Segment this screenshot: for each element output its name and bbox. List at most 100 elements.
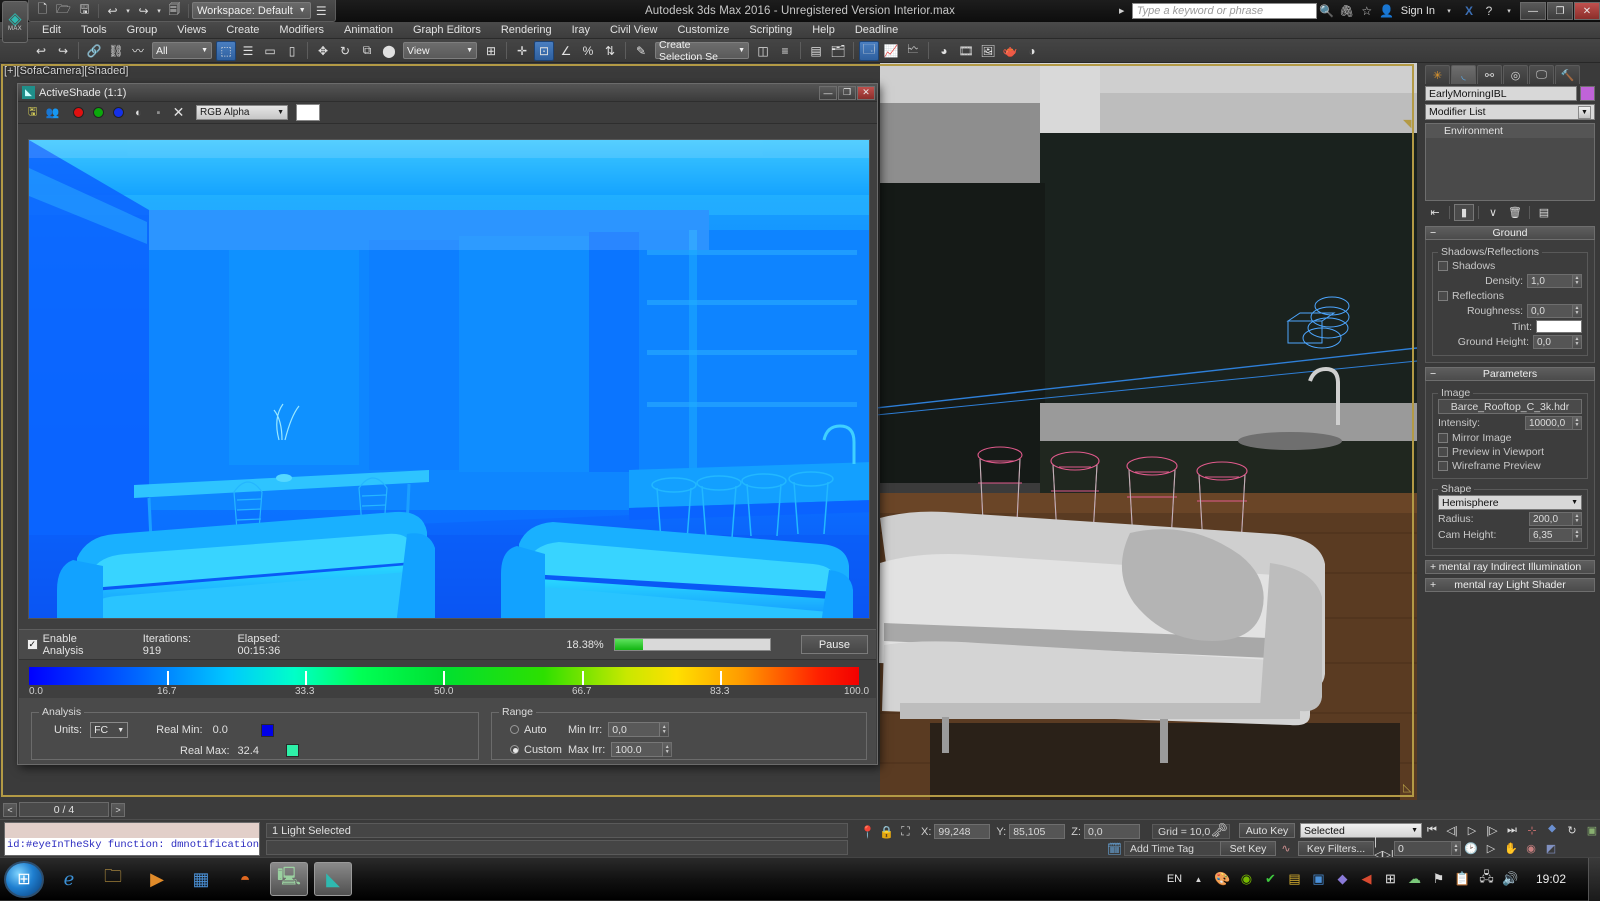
remove-modifier-icon[interactable]: 🗑 [1505,204,1525,221]
rectangular-selection-region-icon[interactable]: ▭ [260,41,280,61]
object-name-field[interactable]: EarlyMorningIBL [1425,86,1577,101]
media-player-icon[interactable]: ▶ [138,862,176,896]
show-hidden-icons-icon[interactable]: ▲ [1190,875,1207,884]
help-chevron-icon[interactable]: ▾ [1499,2,1519,20]
max-irr-field[interactable]: 100.0 [611,742,664,757]
nvidia-icon[interactable]: ◉ [1238,871,1255,887]
density-value[interactable]: 1,0 [1527,274,1573,288]
render-production-icon[interactable]: 🫖 [1000,41,1020,61]
mirror-icon[interactable]: ◫ [753,41,773,61]
auto-radio[interactable] [510,725,519,734]
curve-editor-icon[interactable]: 📈 [881,41,901,61]
selection-lock-pin-icon[interactable]: 📍 [858,823,877,840]
maximize-viewport-toggle-icon[interactable]: ◩ [1541,840,1561,857]
cam-height-value[interactable]: 6,35 [1529,528,1573,542]
layer-explorer-icon[interactable]: ▤ [806,41,826,61]
menu-item-edit[interactable]: Edit [32,22,71,39]
app-icon[interactable]: ▣ [1310,871,1327,887]
ground-height-spinner[interactable]: ▲ ▼ [1573,335,1582,349]
roughness-spinner[interactable]: ▲ ▼ [1573,304,1582,318]
reflections-checkbox[interactable] [1438,291,1448,301]
set-key-mode-icon[interactable]: 🗝 [1210,822,1229,839]
configure-modifier-sets-icon[interactable]: ▤ [1534,204,1554,221]
activeshade-titlebar[interactable]: ◣ ActiveShade (1:1) — ❐ ✕ [18,84,877,102]
infocenter-expand-icon[interactable]: ▶ [1112,2,1132,20]
3dsmax-icon[interactable]: ◣ [314,862,352,896]
sync-icon[interactable]: ☁ [1406,871,1423,887]
open-file-icon[interactable]: 🗁 [54,2,73,19]
hand-pan-icon[interactable]: ✋ [1501,840,1521,857]
background-color-swatch[interactable] [296,104,320,121]
clear-icon[interactable]: ✕ [170,104,187,121]
key-curve-icon[interactable]: ∿ [1276,840,1296,857]
search-icon[interactable]: 🔍 [1317,2,1337,20]
taskbar-clock[interactable]: 19:02 [1536,872,1566,886]
utilities-tab[interactable]: 🔨 [1555,65,1580,84]
unlink-selection-icon[interactable]: ⛓ [106,41,126,61]
schematic-view-icon[interactable]: 🗠 [903,41,923,61]
shape-combo[interactable]: Hemisphere ▼ [1438,495,1582,510]
go-to-end-icon[interactable]: ⏭ [1502,822,1522,839]
intensity-spinner[interactable]: ▲ ▼ [1573,416,1582,430]
custom-radio[interactable] [510,745,519,754]
user-account-icon[interactable]: 👤 [1377,2,1397,20]
go-to-start-icon[interactable]: ⏮ [1422,822,1442,839]
redo-icon[interactable]: ↪ [53,41,73,61]
edit-named-selection-sets-icon[interactable]: ✎ [631,41,651,61]
make-unique-icon[interactable]: ∨ [1483,204,1503,221]
percent-snap-toggle-icon[interactable]: % [578,41,598,61]
key-filters-button[interactable]: Key Filters... [1298,841,1374,856]
pause-button[interactable]: Pause [800,635,868,654]
menu-item-customize[interactable]: Customize [667,22,739,39]
save-file-icon[interactable]: 🖫 [75,2,94,19]
select-by-name-icon[interactable]: ☰ [238,41,258,61]
undo-dropdown-icon[interactable]: ▾ [124,2,132,19]
key-step-icon[interactable]: |◁▷| [1374,836,1394,861]
start-button[interactable]: ⊞ [4,860,44,898]
next-frame-button[interactable]: > [111,802,125,817]
intensity-value[interactable]: 10000,0 [1525,416,1573,430]
auto-key-button[interactable]: Auto Key [1239,823,1295,838]
remote-desktop-icon[interactable]: 🖳 [270,862,308,896]
density-spinner[interactable]: ▲ ▼ [1573,274,1582,288]
activeshade-restore-button[interactable]: ❐ [838,85,856,100]
modifier-list-combo[interactable]: Modifier List ▼ [1425,104,1595,120]
align-icon[interactable]: ≡ [775,41,795,61]
enable-analysis-group[interactable]: ✓ Enable Analysis [27,633,117,657]
prev-frame-button[interactable]: < [3,802,17,817]
toggle-ribbon-icon[interactable]: 🗔 [859,40,879,61]
clone-window-icon[interactable]: 👥 [44,104,61,121]
signin-chevron-icon[interactable]: ▾ [1439,2,1459,20]
modify-tab[interactable]: ◟ [1451,65,1476,84]
close-button[interactable]: ✕ [1574,2,1600,20]
bind-to-space-warp-icon[interactable]: 〰 [128,41,148,61]
select-and-place-icon[interactable]: ⬤ [379,41,399,61]
menu-item-civil-view[interactable]: Civil View [600,22,667,39]
select-and-move-icon[interactable]: ✥ [313,41,333,61]
modifier-stack[interactable]: Environment [1425,123,1595,201]
redo-icon[interactable]: ↪ [134,2,153,19]
previous-frame-icon[interactable]: ◁| [1442,822,1462,839]
show-desktop-button[interactable] [1588,857,1600,901]
windows-icon[interactable]: ⊞ [1382,871,1399,887]
select-and-rotate-icon[interactable]: ↻ [335,41,355,61]
menu-item-rendering[interactable]: Rendering [491,22,562,39]
speaker-icon[interactable]: 🔊 [1502,871,1519,887]
pan-view-icon[interactable]: ▷ [1481,840,1501,857]
menu-item-group[interactable]: Group [117,22,168,39]
alpha-channel-icon[interactable]: ▪ [150,104,167,121]
radius-spinner[interactable]: ▲ ▼ [1573,512,1582,526]
application-menu-button[interactable]: ◈ MAX [2,1,28,43]
wireframe-preview-checkbox[interactable] [1438,461,1448,471]
activeshade-minimize-button[interactable]: — [819,85,837,100]
zoom-extents-icon[interactable]: ⊹ [1522,822,1542,839]
rollout-mr-indirect-illumination[interactable]: + mental ray Indirect Illumination [1425,560,1595,574]
y-field[interactable]: 85,105 [1009,824,1066,839]
firefox-icon[interactable]: ◓ [226,862,264,896]
selection-lock-icon[interactable]: 🔒 [877,823,896,840]
ground-height-value[interactable]: 0,0 [1533,335,1573,349]
menu-item-graph-editors[interactable]: Graph Editors [403,22,491,39]
network-icon[interactable]: 🖧 [1478,868,1495,890]
clipboard-icon[interactable]: 📋 [1454,871,1471,887]
favorites-star-icon[interactable]: ☆ [1357,2,1377,20]
